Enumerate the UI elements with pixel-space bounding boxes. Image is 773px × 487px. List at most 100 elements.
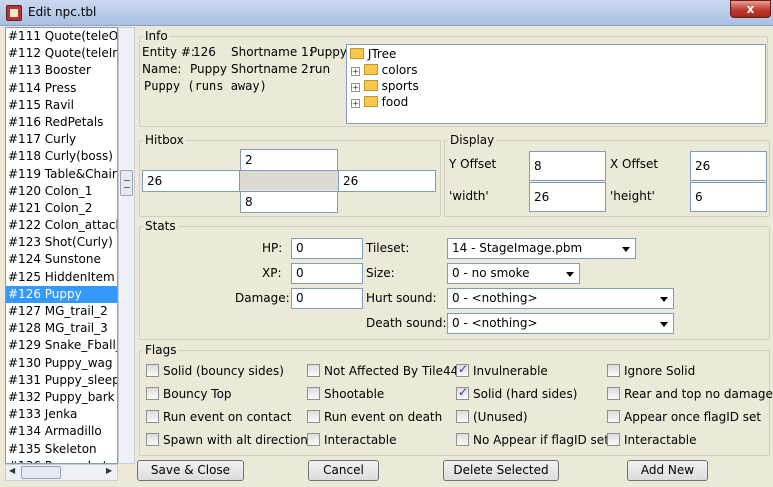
tileset-select[interactable]: 14 - StageImage.pbm (447, 238, 636, 259)
flag-checkbox[interactable]: Solid (bouncy sides) (146, 364, 284, 378)
flag-checkbox[interactable]: Invulnerable (456, 362, 548, 378)
expand-icon[interactable]: + (351, 83, 360, 92)
flag-checkbox[interactable]: Ignore Solid (607, 364, 695, 378)
flag-checkbox[interactable]: Solid (hard sides) (456, 385, 577, 401)
flag-checkbox[interactable]: Shootable (307, 387, 384, 401)
tree-root[interactable]: JTree (350, 47, 396, 61)
list-item[interactable]: #131 Puppy_sleep (6, 372, 117, 389)
tree-node[interactable]: + sports (351, 79, 419, 93)
scrollbar-thumb[interactable] (120, 170, 133, 196)
list-vertical-scrollbar[interactable] (118, 27, 135, 464)
checkbox-box[interactable] (307, 364, 320, 377)
expand-icon[interactable]: + (351, 67, 360, 76)
checkbox-box[interactable] (146, 387, 159, 400)
checkbox-box[interactable] (456, 385, 469, 400)
name-value: Puppy (190, 62, 227, 76)
checkbox-box[interactable] (607, 387, 620, 400)
list-horizontal-scrollbar[interactable]: ◀ ▶ (5, 464, 118, 481)
size-select[interactable]: 0 - no smoke (447, 263, 580, 284)
list-item[interactable]: #116 RedPetals (6, 114, 117, 131)
close-button[interactable]: x (730, 0, 771, 18)
expand-icon[interactable]: + (351, 99, 360, 108)
flag-checkbox[interactable]: Run event on death (307, 410, 442, 424)
y-offset-field[interactable]: 8 (529, 151, 606, 181)
checkbox-box[interactable] (607, 364, 620, 377)
list-item[interactable]: #128 MG_trail_3 (6, 320, 117, 337)
list-item[interactable]: #130 Puppy_wag (6, 355, 117, 372)
tree-node[interactable]: + colors (351, 63, 417, 77)
checkbox-box[interactable] (307, 387, 320, 400)
list-item[interactable]: #120 Colon_1 (6, 183, 117, 200)
checkbox-box[interactable] (307, 433, 320, 446)
list-item[interactable]: #113 Booster (6, 62, 117, 79)
checkbox-box[interactable] (146, 410, 159, 423)
checkbox-box[interactable] (146, 433, 159, 446)
jtree[interactable]: JTree + colors + sports + food (346, 44, 766, 124)
list-item[interactable]: #135 Skeleton (6, 441, 117, 458)
checkbox-box[interactable] (307, 410, 320, 423)
list-item[interactable]: #124 Sunstone (6, 251, 117, 268)
list-item[interactable]: #133 Jenka (6, 406, 117, 423)
checkbox-box[interactable] (607, 433, 620, 446)
list-item[interactable]: #123 Shot(Curly) (6, 234, 117, 251)
tree-node-label: food (381, 95, 409, 109)
flag-checkbox[interactable]: Not Affected By Tile44 (307, 364, 458, 378)
cancel-button[interactable]: Cancel (308, 460, 379, 481)
add-new-button[interactable]: Add New (627, 460, 708, 481)
list-item[interactable]: #122 Colon_attack (6, 217, 117, 234)
list-item[interactable]: #132 Puppy_bark (6, 389, 117, 406)
flag-checkbox[interactable]: Interactable (607, 433, 697, 447)
hurt-sound-select[interactable]: 0 - <nothing> (447, 288, 674, 309)
tileset-label: Tileset: (366, 241, 410, 255)
flag-label: Spawn with alt direction (163, 433, 308, 447)
list-item[interactable]: #112 Quote(teleIn) (6, 45, 117, 62)
tree-node[interactable]: + food (351, 95, 408, 109)
flag-checkbox[interactable]: Bouncy Top (146, 387, 232, 401)
flag-checkbox[interactable]: Run event on contact (146, 410, 291, 424)
x-offset-field[interactable]: 26 (690, 151, 767, 181)
list-item[interactable]: #126 Puppy (6, 285, 117, 303)
npc-list[interactable]: #111 Quote(teleOut)#112 Quote(teleIn)#11… (5, 27, 118, 464)
hitbox-bottom-field[interactable]: 8 (240, 191, 338, 213)
hitbox-left-field[interactable]: 26 (142, 170, 240, 192)
death-sound-select[interactable]: 0 - <nothing> (447, 313, 674, 334)
flag-checkbox[interactable]: Rear and top no damage (607, 387, 773, 401)
list-item[interactable]: #114 Press (6, 80, 117, 97)
hitbox-top-field[interactable]: 2 (240, 149, 338, 171)
flag-checkbox[interactable]: Appear once flagID set (607, 410, 761, 424)
flag-checkbox[interactable]: (Unused) (456, 410, 528, 424)
height-field[interactable]: 6 (690, 182, 767, 212)
xp-field[interactable]: 0 (291, 263, 363, 284)
list-item[interactable]: #111 Quote(teleOut) (6, 28, 117, 45)
flag-checkbox[interactable]: Interactable (307, 433, 397, 447)
list-item[interactable]: #129 Snake_Fball_tr (6, 337, 117, 354)
list-item[interactable]: #115 Ravil (6, 97, 117, 114)
hscroll-thumb[interactable] (21, 466, 61, 479)
list-item[interactable]: #118 Curly(boss) (6, 148, 117, 165)
delete-selected-button[interactable]: Delete Selected (443, 460, 559, 481)
checkbox-box[interactable] (456, 410, 469, 423)
description-text[interactable]: Puppy (runs away) (142, 76, 342, 98)
entity-number: 126 (193, 45, 216, 59)
save-close-button[interactable]: Save & Close (137, 460, 244, 481)
flag-checkbox[interactable]: Spawn with alt direction (146, 433, 308, 447)
scroll-right-icon[interactable]: ▶ (106, 466, 112, 475)
scroll-left-icon[interactable]: ◀ (9, 466, 15, 475)
checkbox-box[interactable] (456, 362, 469, 377)
checkbox-box[interactable] (146, 364, 159, 377)
flags-title: Flags (143, 343, 179, 357)
hitbox-right-field[interactable]: 26 (338, 170, 436, 192)
list-item[interactable]: #125 HiddenItem (6, 269, 117, 286)
list-item[interactable]: #119 Table&Chair (6, 166, 117, 183)
hp-field[interactable]: 0 (291, 238, 363, 259)
list-item[interactable]: #134 Armadillo (6, 423, 117, 440)
list-item[interactable]: #117 Curly (6, 131, 117, 148)
checkbox-box[interactable] (456, 433, 469, 446)
list-item[interactable]: #121 Colon_2 (6, 200, 117, 217)
damage-field[interactable]: 0 (291, 288, 363, 309)
checkbox-box[interactable] (607, 410, 620, 423)
flag-checkbox[interactable]: No Appear if flagID set (456, 433, 609, 447)
width-field[interactable]: 26 (529, 182, 606, 212)
list-item[interactable]: #127 MG_trail_2 (6, 303, 117, 320)
flag-label: Interactable (324, 433, 397, 447)
